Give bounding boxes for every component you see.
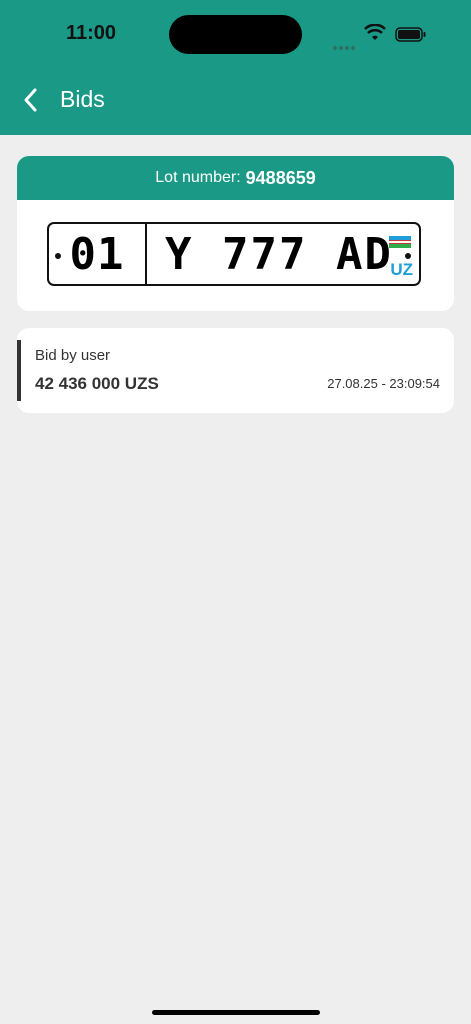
wifi-icon — [364, 24, 386, 40]
chevron-left-icon[interactable] — [18, 86, 46, 114]
plate-rivet-right — [405, 253, 411, 259]
home-indicator[interactable] — [152, 1010, 320, 1015]
bid-card[interactable]: Bid by user 42 436 000 UZS 27.08.25 - 23… — [17, 328, 454, 413]
lot-number-label: Lot number: — [155, 169, 241, 186]
plate-region-code: 01 — [49, 224, 147, 284]
plate-number: Y 777 AD — [165, 228, 393, 280]
lot-card: Lot number: 9488659 01 Y 777 AD UZ — [17, 156, 454, 311]
bid-amount: 42 436 000 UZS — [35, 374, 159, 393]
app-header: 11:00 Bids — [0, 0, 471, 135]
page-title: Bids — [60, 86, 105, 112]
bid-timestamp: 27.08.25 - 23:09:54 — [327, 376, 440, 391]
battery-icon — [395, 27, 426, 42]
dynamic-island — [169, 15, 302, 54]
signal-icon — [333, 37, 357, 55]
lot-number-value: 9488659 — [245, 167, 316, 188]
bid-accent-bar — [17, 340, 21, 401]
status-time: 11:00 — [66, 22, 117, 44]
license-plate: 01 Y 777 AD UZ — [47, 222, 421, 286]
uzbekistan-flag-icon — [389, 236, 411, 249]
plate-country-code: UZ — [390, 260, 413, 279]
plate-rivet-left — [55, 253, 61, 259]
lot-number-bar: Lot number: 9488659 — [17, 156, 454, 200]
bid-label: Bid by user — [35, 347, 111, 364]
